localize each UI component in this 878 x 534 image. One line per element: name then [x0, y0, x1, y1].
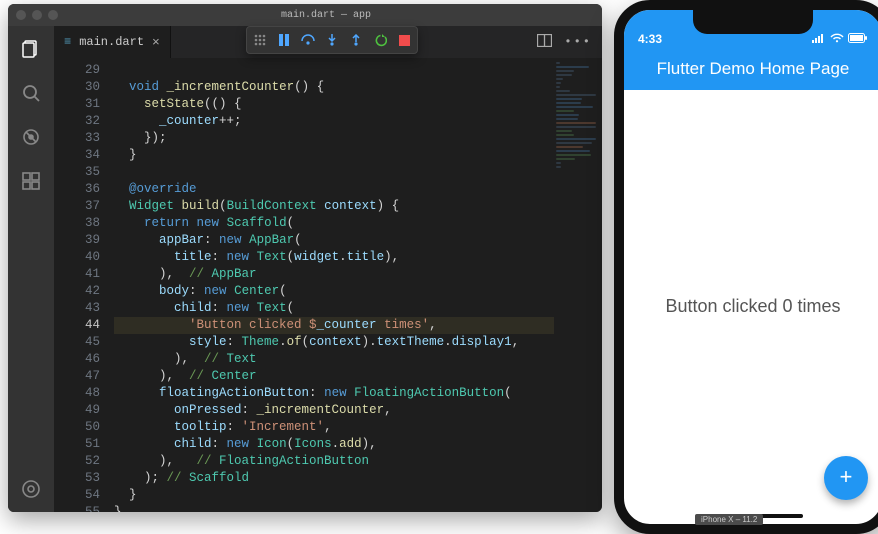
app-bar: Flutter Demo Home Page: [624, 48, 878, 90]
traffic-close[interactable]: [16, 10, 26, 20]
extensions-icon[interactable]: [18, 168, 44, 194]
activity-bar: [8, 26, 54, 512]
titlebar: main.dart — app: [8, 4, 602, 26]
gear-icon[interactable]: [18, 476, 44, 502]
simulator-label: iPhone X – 11.2: [695, 514, 763, 525]
debug-icon[interactable]: [18, 124, 44, 150]
simulator-frame: 4:33 Flutter Demo Home Page Button click…: [614, 0, 878, 534]
traffic-max[interactable]: [48, 10, 58, 20]
status-time: 4:33: [638, 32, 662, 46]
wifi-icon: [830, 32, 844, 46]
traffic-min[interactable]: [32, 10, 42, 20]
battery-icon: [848, 32, 868, 46]
plus-icon: +: [839, 466, 852, 491]
window-title: main.dart — app: [58, 10, 594, 21]
step-into-icon[interactable]: [325, 33, 339, 47]
restart-icon[interactable]: [373, 33, 387, 47]
stop-icon[interactable]: [397, 33, 411, 47]
app-bar-title: Flutter Demo Home Page: [657, 59, 850, 79]
counter-text: Button clicked 0 times: [665, 296, 840, 317]
tab-filename: main.dart: [79, 35, 144, 49]
close-icon[interactable]: ×: [152, 35, 160, 50]
search-icon[interactable]: [18, 80, 44, 106]
notch: [693, 10, 813, 34]
line-gutter: 2930313233343536373839404142434445464748…: [54, 58, 108, 512]
explorer-icon[interactable]: [18, 36, 44, 62]
fab-add-button[interactable]: +: [824, 456, 868, 500]
tab-main-dart[interactable]: ≡ main.dart ×: [54, 26, 171, 58]
pause-icon[interactable]: [277, 33, 291, 47]
minimap[interactable]: [554, 58, 602, 512]
file-icon: ≡: [64, 35, 71, 49]
step-out-icon[interactable]: [349, 33, 363, 47]
code-editor[interactable]: 2930313233343536373839404142434445464748…: [54, 58, 602, 512]
more-icon[interactable]: •••: [564, 35, 592, 49]
vscode-window: main.dart — app: [8, 4, 602, 512]
drag-handle-icon[interactable]: [253, 33, 267, 47]
signal-icon: [812, 32, 826, 46]
step-over-icon[interactable]: [301, 33, 315, 47]
split-editor-icon[interactable]: [537, 34, 552, 51]
debug-toolbar: [246, 26, 418, 54]
code-area[interactable]: void _incrementCounter() { setState(() {…: [108, 58, 554, 512]
